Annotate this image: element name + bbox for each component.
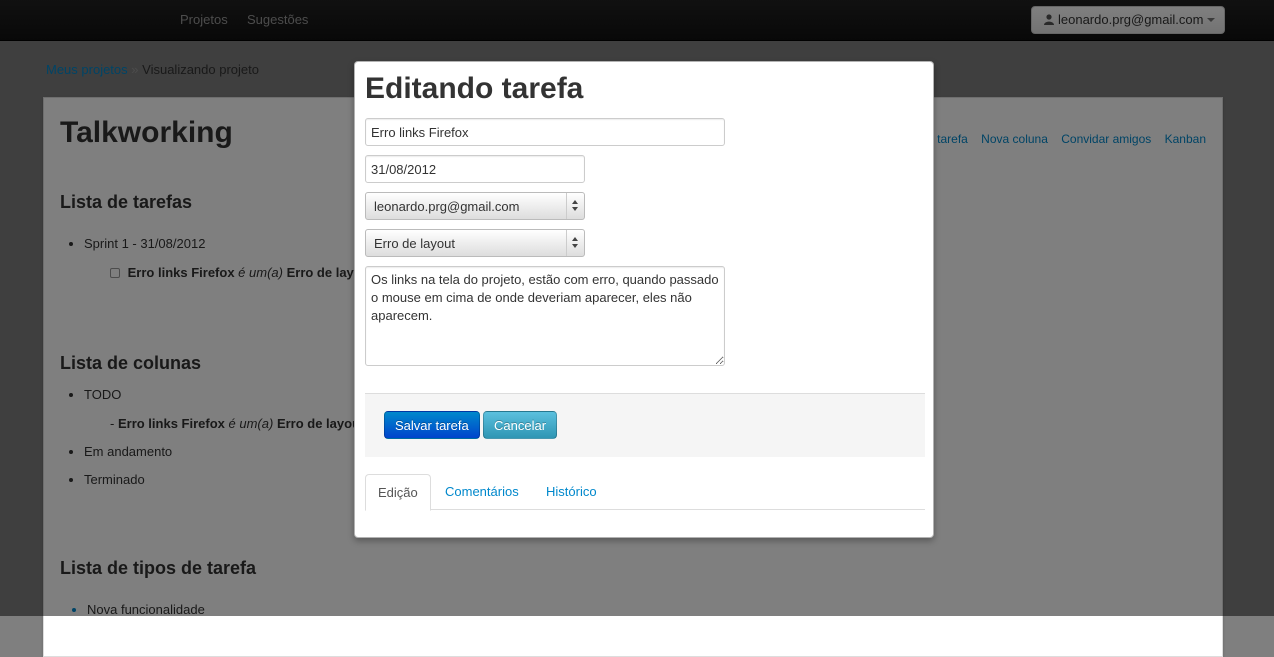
tab-edicao[interactable]: Edição [365, 474, 431, 511]
task-type-selected-value: Erro de layout [374, 236, 455, 251]
cancel-button[interactable]: Cancelar [483, 411, 558, 439]
edit-task-modal: Editando tarefa leonardo.prg@gmail.com E… [354, 61, 934, 538]
task-date-input[interactable] [365, 155, 585, 183]
task-name-input[interactable] [365, 118, 725, 146]
assignee-select[interactable]: leonardo.prg@gmail.com [365, 192, 585, 220]
form-actions: Salvar tarefa Cancelar [365, 393, 925, 457]
task-type-select[interactable]: Erro de layout [365, 229, 585, 257]
modal-tabs: Edição Comentários Histórico [365, 474, 925, 511]
select-arrows-icon [566, 230, 584, 256]
tab-historico[interactable]: Histórico [534, 474, 609, 510]
task-description-textarea[interactable]: Os links na tela do projeto, estão com e… [365, 266, 725, 366]
save-task-button[interactable]: Salvar tarefa [384, 411, 480, 439]
modal-title: Editando tarefa [365, 72, 584, 105]
select-arrows-icon [566, 193, 584, 219]
assignee-selected-value: leonardo.prg@gmail.com [374, 199, 520, 214]
tab-comentarios[interactable]: Comentários [433, 474, 531, 510]
